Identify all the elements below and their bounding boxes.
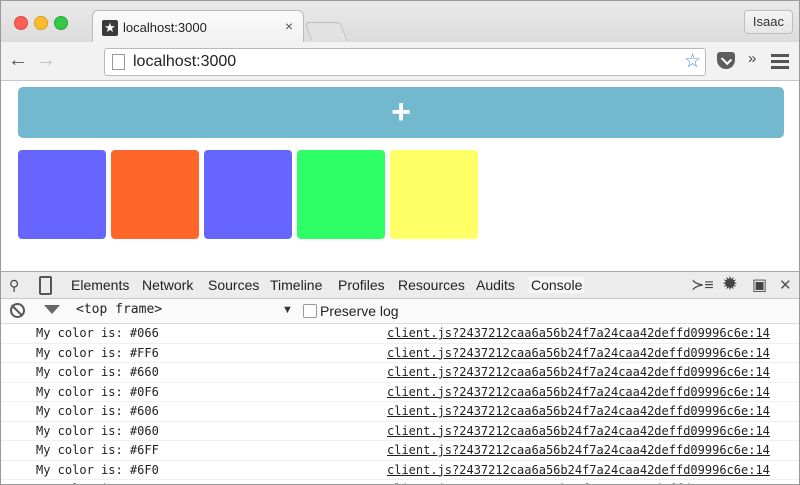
tab-sources[interactable]: Sources (208, 277, 259, 293)
console-toolbar: <top frame> ▼ Preserve log (1, 299, 799, 324)
console-message: My color is: #6F0 (36, 462, 159, 477)
console-drawer-icon[interactable]: ≻≡ (691, 275, 714, 295)
console-row: My color is: #6FF client.js?2437212caa6a5… (1, 441, 799, 461)
source-link[interactable]: client.js?2437212caa6a56b24f7a24caa42def… (387, 443, 770, 457)
inspect-icon[interactable]: ⚲ (9, 277, 19, 294)
new-tab-button[interactable] (304, 22, 348, 41)
browser-window: ★ localhost:3000 × Isaac ← → localhost:3… (0, 0, 800, 485)
console-message: My color is: #066 (36, 326, 159, 340)
color-swatch[interactable] (18, 150, 106, 239)
favicon-icon: ★ (102, 20, 118, 36)
tab-profiles[interactable]: Profiles (338, 277, 385, 293)
color-swatch[interactable] (111, 150, 199, 239)
address-bar[interactable]: localhost:3000 ☆ (104, 48, 706, 76)
source-link[interactable]: client.js?2437212caa6a56b24f7a24caa42def… (387, 424, 770, 438)
console-row: My color is: #066 client.js?2437212caa6a5… (1, 324, 799, 344)
console-row: My color is: #606 client.js?2437212caa6a5… (1, 402, 799, 422)
tab-console[interactable]: Console (529, 277, 585, 293)
window-maximize-button[interactable] (54, 16, 68, 30)
tab-resources[interactable]: Resources (398, 277, 465, 293)
title-bar: ★ localhost:3000 × Isaac (1, 1, 799, 43)
clear-console-icon[interactable] (10, 303, 25, 318)
pocket-icon[interactable] (717, 52, 735, 69)
console-message: My color is: #6FF (36, 443, 159, 457)
browser-tab[interactable]: ★ localhost:3000 × (92, 10, 304, 43)
tab-timeline[interactable]: Timeline (270, 277, 322, 293)
settings-gear-icon[interactable]: ✹ (722, 273, 738, 296)
console-message: My color is: #606 (36, 404, 159, 418)
page-content: + (1, 81, 799, 271)
color-swatch[interactable] (204, 150, 292, 239)
bookmark-star-icon[interactable]: ☆ (684, 50, 701, 73)
console-message: My color is: #660 (36, 365, 159, 379)
preserve-log-label: Preserve log (320, 303, 399, 319)
source-link[interactable]: client.js?2437212caa6a56b24f7a24caa42def… (387, 463, 770, 477)
source-link[interactable]: client.js?2437212caa6a56b24f7a24caa42def… (387, 346, 770, 360)
console-row: My color is: #6FFclient.js?2437212caa6a5… (1, 480, 799, 484)
devtools-close-icon[interactable]: ✕ (779, 276, 792, 294)
console-row: My color is: #6F0 client.js?2437212caa6a5… (1, 461, 799, 480)
console-message: My color is: #0F6 (36, 384, 159, 399)
color-swatch[interactable] (297, 150, 385, 239)
tab-audits[interactable]: Audits (476, 277, 515, 293)
source-link[interactable]: client.js?2437212caa6a56b24f7a24caa42def… (387, 326, 770, 340)
tab-elements[interactable]: Elements (71, 277, 129, 293)
window-minimize-button[interactable] (34, 16, 48, 30)
source-link[interactable]: client.js?2437212caa6a56b24f7a24caa42def… (387, 404, 770, 418)
console-row: My color is: #060 client.js?2437212caa6a5… (1, 422, 799, 441)
forward-button[interactable]: → (35, 49, 57, 71)
console-row: My color is: #660 client.js?2437212caa6a5… (1, 363, 799, 383)
console-message: My color is: #060 (36, 423, 159, 438)
tab-network[interactable]: Network (142, 277, 193, 293)
window-close-button[interactable] (14, 16, 28, 30)
chevron-down-icon[interactable]: ▼ (282, 304, 293, 316)
device-mode-icon[interactable] (39, 276, 52, 295)
url-text[interactable]: localhost:3000 (133, 53, 236, 71)
devtools-tab-bar: ⚲ Elements Network Sources Timeline Profiles… (1, 272, 799, 299)
console-messages: My color is: #066 client.js?2437212caa6a5… (1, 324, 799, 484)
extensions-overflow-icon[interactable]: » (748, 50, 756, 67)
back-button[interactable]: ← (7, 49, 29, 71)
devtools-panel: ⚲ Elements Network Sources Timeline Profiles… (1, 271, 799, 484)
console-row: My color is: #FF6 client.js?2437212caa6a5… (1, 344, 799, 363)
profile-button[interactable]: Isaac (743, 10, 793, 34)
console-message: My color is: #FF6 (36, 345, 159, 360)
source-link[interactable]: client.js?2437212caa6a56b24f7a24caa42def… (387, 385, 770, 399)
console-row: My color is: #0F6 client.js?2437212caa6a5… (1, 383, 799, 402)
preserve-log-checkbox[interactable] (303, 304, 317, 318)
browser-toolbar: ← → localhost:3000 ☆ » (1, 42, 799, 81)
dock-side-icon[interactable]: ▣ (752, 275, 767, 295)
filter-icon[interactable] (44, 305, 60, 314)
frame-selector[interactable]: <top frame> (76, 302, 162, 317)
page-icon (112, 54, 125, 70)
source-link[interactable]: client.js?2437212caa6a56b24f7a24caa42def… (387, 365, 770, 379)
tab-title: localhost:3000 (123, 20, 207, 35)
menu-icon[interactable] (771, 54, 789, 72)
color-swatch[interactable] (390, 150, 478, 239)
tab-close-icon[interactable]: × (285, 18, 293, 34)
add-color-button[interactable]: + (18, 87, 784, 138)
